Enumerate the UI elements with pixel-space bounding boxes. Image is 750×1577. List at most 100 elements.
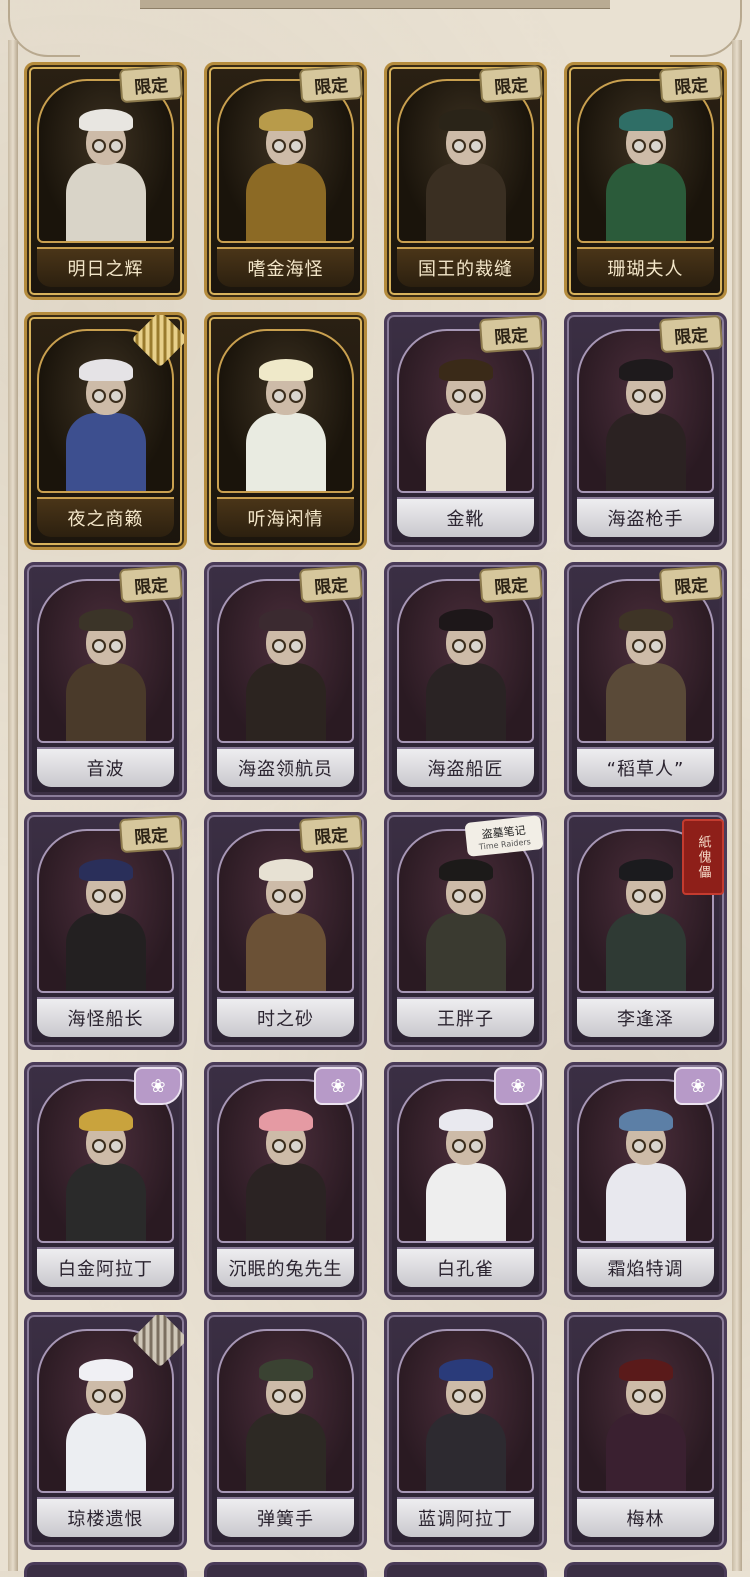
skin-card[interactable]: 音波 限定 — [24, 562, 187, 800]
skin-card[interactable]: 嗜金海怪 限定 — [204, 62, 367, 300]
character-figure — [241, 351, 331, 491]
character-portrait — [397, 79, 534, 243]
character-eye — [108, 639, 123, 653]
character-hat — [78, 359, 133, 381]
flower-emblem-icon: ❀ — [494, 1067, 542, 1105]
character-portrait — [577, 329, 714, 493]
character-eye — [108, 389, 123, 403]
limited-badge: 限定 — [118, 565, 184, 604]
skin-name-label: 弹簧手 — [217, 1497, 354, 1537]
character-eye — [91, 889, 106, 903]
skin-name-label: 海盗枪手 — [577, 497, 714, 537]
character-hat — [258, 609, 313, 631]
right-border-rail — [732, 40, 742, 1571]
character-portrait — [397, 579, 534, 743]
character-hat — [78, 609, 133, 631]
limited-badge: 限定 — [118, 815, 184, 854]
character-hat — [438, 109, 493, 131]
skin-card[interactable]: 国王的裁缝 限定 — [384, 62, 547, 300]
skin-card[interactable]: 霜焰特调 ❀ — [564, 1062, 727, 1300]
character-body — [605, 913, 686, 991]
character-hat — [78, 859, 133, 881]
card-stub — [384, 1562, 547, 1577]
character-body — [425, 163, 506, 241]
character-eye — [451, 1139, 466, 1153]
character-portrait — [217, 1329, 354, 1493]
skin-card[interactable]: 珊瑚夫人 限定 — [564, 62, 727, 300]
skin-card[interactable]: 夜之商籁 — [24, 312, 187, 550]
skin-card[interactable]: 海盗枪手 限定 — [564, 312, 727, 550]
character-body — [425, 663, 506, 741]
collab-seal-badge: 紙傀儡 — [682, 819, 724, 895]
card-stub — [204, 1562, 367, 1577]
character-figure — [241, 1351, 331, 1491]
character-figure — [61, 851, 151, 991]
skin-name-label: 蓝调阿拉丁 — [397, 1497, 534, 1537]
skin-card[interactable]: 李逢泽 紙傀儡 — [564, 812, 727, 1050]
character-body — [245, 163, 326, 241]
character-body — [605, 163, 686, 241]
skin-name-label: 音波 — [37, 747, 174, 787]
character-body — [605, 1413, 686, 1491]
character-body — [245, 413, 326, 491]
character-eye — [468, 389, 483, 403]
character-body — [245, 913, 326, 991]
character-eye — [108, 1139, 123, 1153]
skin-card[interactable]: 海盗领航员 限定 — [204, 562, 367, 800]
flower-emblem-icon: ❀ — [134, 1067, 182, 1105]
skin-card[interactable]: 明日之辉 限定 — [24, 62, 187, 300]
character-portrait — [217, 329, 354, 493]
character-eye — [648, 1139, 663, 1153]
character-figure — [61, 101, 151, 241]
character-eye — [648, 1389, 663, 1403]
limited-badge: 限定 — [658, 565, 724, 604]
character-body — [65, 913, 146, 991]
skin-card[interactable]: 王胖子 盗墓笔记 Time Raiders — [384, 812, 547, 1050]
character-eye — [631, 1389, 646, 1403]
limited-badge: 限定 — [118, 65, 184, 104]
character-hat — [438, 359, 493, 381]
character-figure — [241, 101, 331, 241]
collab-logo-badge: 盗墓笔记 Time Raiders — [464, 815, 544, 857]
character-body — [425, 1163, 506, 1241]
skin-card[interactable]: “稻草人” 限定 — [564, 562, 727, 800]
character-portrait — [217, 829, 354, 993]
skin-name-label: 夜之商籁 — [37, 497, 174, 537]
limited-badge: 限定 — [478, 565, 544, 604]
skin-card[interactable]: 梅林 — [564, 1312, 727, 1550]
card-stub — [564, 1562, 727, 1577]
character-figure — [601, 351, 691, 491]
character-body — [65, 1163, 146, 1241]
skin-name-label: 白金阿拉丁 — [37, 1247, 174, 1287]
character-eye — [91, 139, 106, 153]
character-eye — [91, 639, 106, 653]
character-eye — [631, 1139, 646, 1153]
skin-card[interactable]: 蓝调阿拉丁 — [384, 1312, 547, 1550]
character-eye — [451, 139, 466, 153]
skin-card[interactable]: 弹簧手 — [204, 1312, 367, 1550]
skin-card[interactable]: 白金阿拉丁 ❀ — [24, 1062, 187, 1300]
skin-card[interactable]: 金靴 限定 — [384, 312, 547, 550]
skin-name-label: 海盗领航员 — [217, 747, 354, 787]
next-row-partial — [24, 1562, 727, 1577]
character-figure — [601, 101, 691, 241]
limited-badge: 限定 — [658, 65, 724, 104]
skin-card[interactable]: 沉眠的兔先生 ❀ — [204, 1062, 367, 1300]
skin-card[interactable]: 琼楼遗恨 — [24, 1312, 187, 1550]
character-eye — [271, 389, 286, 403]
skin-card[interactable]: 海怪船长 限定 — [24, 812, 187, 1050]
character-figure — [61, 1101, 151, 1241]
character-hat — [258, 1359, 313, 1381]
character-eye — [271, 1389, 286, 1403]
skin-card[interactable]: 海盗船匠 限定 — [384, 562, 547, 800]
character-body — [245, 1413, 326, 1491]
character-eye — [108, 139, 123, 153]
character-body — [425, 1413, 506, 1491]
skin-card[interactable]: 白孔雀 ❀ — [384, 1062, 547, 1300]
character-body — [65, 663, 146, 741]
character-eye — [468, 1389, 483, 1403]
character-hat — [618, 1109, 673, 1131]
character-eye — [631, 639, 646, 653]
skin-card[interactable]: 听海闲情 — [204, 312, 367, 550]
skin-card[interactable]: 时之砂 限定 — [204, 812, 367, 1050]
